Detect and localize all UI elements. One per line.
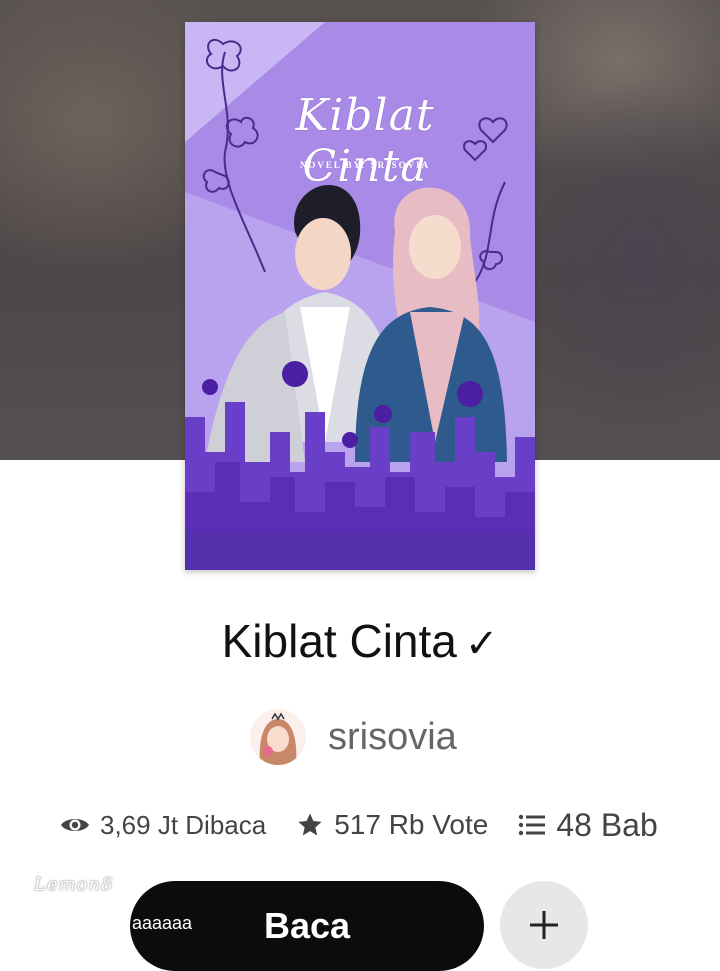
avatar-girl-icon — [250, 709, 306, 765]
read-button-label: Baca — [263, 905, 351, 946]
star-icon — [298, 813, 322, 836]
completed-check-icon: ✓ — [464, 622, 499, 666]
plus-icon — [530, 911, 558, 939]
page-title: Kiblat Cinta ✓ — [0, 614, 720, 668]
author-name[interactable]: srisovia — [328, 716, 457, 759]
cover-subtitle: NOVEL BY: SRISOVIA — [299, 160, 431, 170]
avatar[interactable] — [250, 709, 306, 765]
eye-icon — [61, 819, 89, 831]
chapters-count: 48 Bab — [556, 806, 658, 843]
add-to-library-button[interactable] — [500, 881, 588, 969]
chapters-stat[interactable]: 48 Bab — [518, 806, 658, 844]
views-stat: 3,69 Jt Dibaca — [60, 810, 266, 841]
book-cover[interactable]: Kiblat Cinta NOVEL BY: SRISOVIA — [185, 22, 535, 570]
views-count: 3,69 Jt Dibaca — [100, 809, 267, 840]
watermark: Lemon8 — [34, 874, 114, 895]
book-title-text: Kiblat Cinta — [221, 615, 457, 667]
cover-title: Kiblat Cinta — [295, 90, 435, 192]
read-button[interactable]: aaaaaa Baca — [130, 881, 484, 971]
list-icon — [519, 814, 546, 836]
stats-row: 3,69 Jt Dibaca 517 Rb Vote 48 Bab — [60, 800, 680, 850]
votes-count: 517 Rb Vote — [334, 809, 489, 840]
author-row[interactable]: srisovia — [250, 704, 457, 770]
votes-stat: 517 Rb Vote — [296, 809, 488, 841]
